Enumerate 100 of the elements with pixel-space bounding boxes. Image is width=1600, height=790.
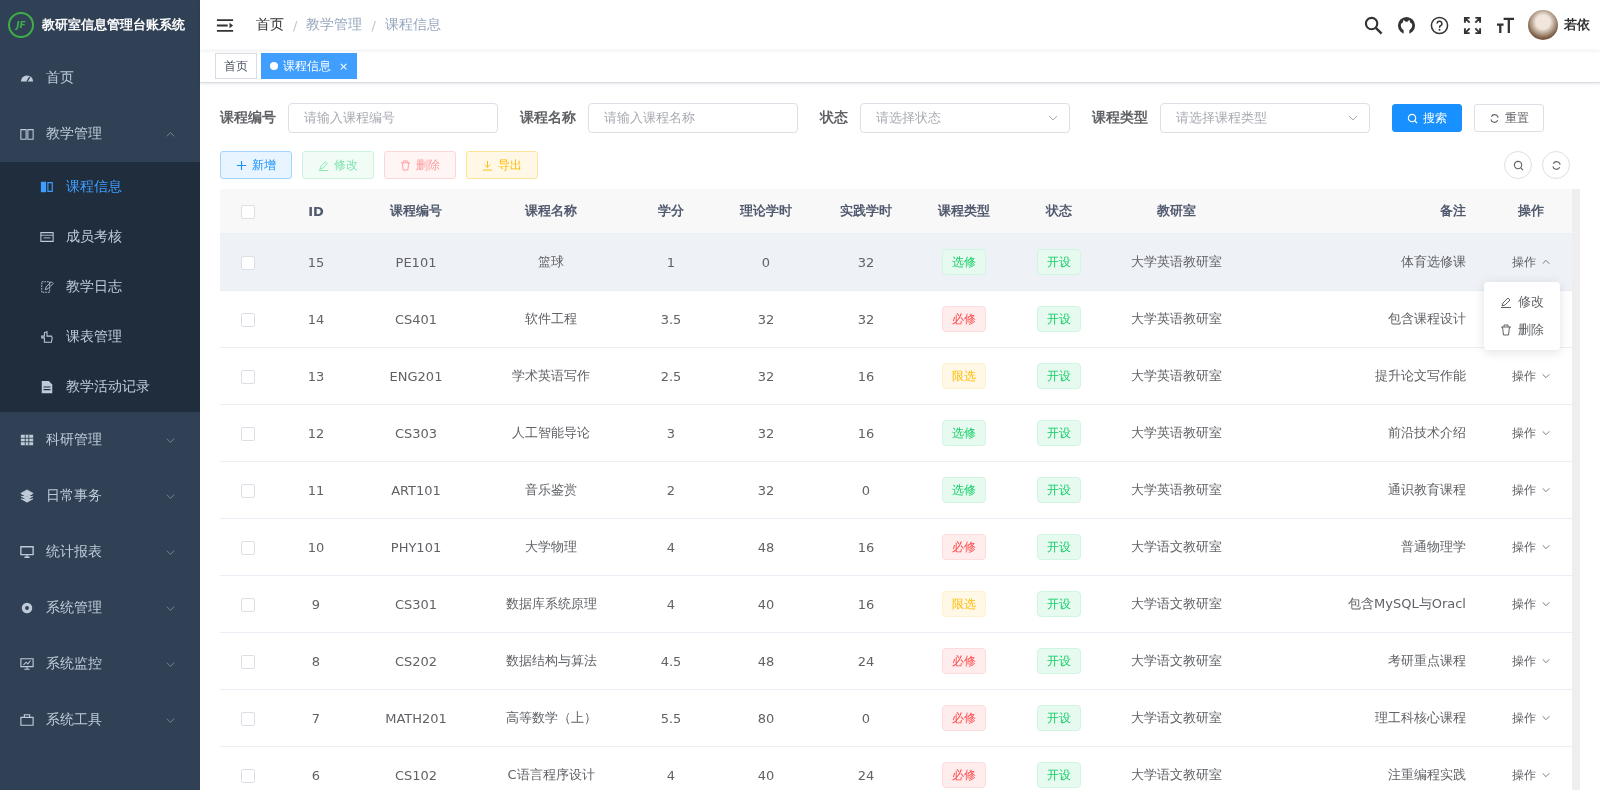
search-icon: [1407, 112, 1418, 124]
row-checkbox[interactable]: [241, 369, 255, 384]
table-cell: ENG201: [389, 368, 443, 384]
operation-dropdown[interactable]: 操作: [1511, 424, 1551, 442]
course-type-tag: 必修: [941, 705, 986, 731]
menu-item[interactable]: 教学管理: [0, 106, 200, 162]
table-cell: 48: [757, 539, 775, 555]
menu-item[interactable]: 日常事务: [0, 468, 200, 524]
operation-dropdown[interactable]: 操作: [1511, 538, 1551, 556]
table-cell: 数据结构与算法: [505, 653, 597, 668]
row-checkbox[interactable]: [241, 711, 255, 726]
table-cell: 4: [666, 539, 676, 555]
status-tag: 开设: [1036, 420, 1081, 446]
page-tab[interactable]: 首页: [215, 53, 257, 79]
menu-item[interactable]: 统计报表: [0, 524, 200, 580]
table-cell: 40: [757, 596, 775, 612]
table-cell: 48: [757, 653, 775, 669]
table-cell: 通识教育课程: [1388, 482, 1466, 497]
table-cell: 14: [307, 311, 325, 327]
status-tag: 开设: [1036, 705, 1081, 731]
menu-item[interactable]: 科研管理: [0, 412, 200, 468]
table-cell: 体育选修课: [1401, 254, 1466, 269]
row-checkbox[interactable]: [241, 597, 255, 612]
chart-icon: [20, 657, 34, 671]
submenu-item[interactable]: 教学日志: [0, 262, 200, 312]
table-row[interactable]: 12 CS303 人工智能导论 3 32 16 选修 开设 大学英语教研室 前沿技术介绍 操作: [220, 404, 1572, 462]
menu-icon[interactable]: [216, 17, 234, 33]
table-cell: 高等数学（上）: [505, 710, 597, 725]
submenu-item[interactable]: 课表管理: [0, 312, 200, 362]
menu-option[interactable]: 修改: [1484, 288, 1560, 316]
submenu-item[interactable]: 教学活动记录: [0, 362, 200, 412]
refresh-icon: [1550, 159, 1562, 171]
submenu-item[interactable]: 课程信息: [0, 162, 200, 212]
filter-label: 课程编号: [220, 109, 276, 127]
row-checkbox[interactable]: [241, 312, 255, 327]
status-tag: 开设: [1036, 477, 1081, 503]
table-cell: 2.5: [660, 368, 682, 384]
breadcrumb-item: 教学管理: [306, 16, 363, 34]
table-cell: 注重编程实践: [1388, 767, 1466, 782]
monitor-icon: [20, 545, 34, 559]
table-cell: 32: [857, 254, 875, 270]
table-cell: 大学语文教研室: [1130, 767, 1222, 782]
plus-icon: [236, 159, 247, 171]
operation-dropdown[interactable]: 操作: [1511, 652, 1551, 670]
table-row[interactable]: 9 CS301 数据库系统原理 4 40 16 限选 开设 大学语文教研室 包含MySQL与Oracl 操作: [220, 575, 1572, 633]
trash-icon: [400, 159, 411, 171]
grid-icon: [20, 433, 34, 447]
chevron-icon: [1540, 599, 1551, 609]
select-all-checkbox[interactable]: [241, 204, 255, 219]
operation-dropdown[interactable]: 操作: [1511, 481, 1551, 499]
font-size-icon[interactable]: [1496, 15, 1515, 35]
course-type-tag: 限选: [941, 591, 986, 617]
table-cell: 1: [666, 254, 676, 270]
help-icon[interactable]: [1430, 15, 1449, 35]
row-checkbox[interactable]: [241, 768, 255, 783]
avatar[interactable]: [1528, 10, 1558, 40]
breadcrumb-item[interactable]: 首页: [256, 16, 284, 34]
search-icon[interactable]: [1364, 15, 1383, 35]
table-row[interactable]: 7 MATH201 高等数学（上） 5.5 80 0 必修 开设 大学语文教研室 理工科核心课程 操作: [220, 689, 1572, 747]
table-row[interactable]: 8 CS202 数据结构与算法 4.5 48 24 必修 开设 大学语文教研室 考研重点课程 操作: [220, 632, 1572, 690]
chevron-icon: [1540, 485, 1551, 495]
operation-dropdown[interactable]: 操作: [1511, 253, 1551, 271]
pencil-icon: [318, 159, 329, 171]
cat-icon[interactable]: [1397, 15, 1416, 35]
table-row[interactable]: 11 ART101 音乐鉴赏 2 32 0 选修 开设 大学英语教研室 通识教育课程 操作: [220, 461, 1572, 519]
table-cell: 12: [307, 425, 325, 441]
document-icon: [40, 380, 54, 394]
menu-item[interactable]: 系统管理: [0, 580, 200, 636]
row-checkbox[interactable]: [241, 426, 255, 441]
table-cell: 11: [307, 482, 325, 498]
book-icon: [20, 127, 34, 141]
operation-dropdown[interactable]: 操作: [1511, 766, 1551, 784]
filter-label: 状态: [820, 109, 848, 127]
menu-item[interactable]: 系统工具: [0, 692, 200, 748]
table-cell: 32: [757, 311, 775, 327]
table-cell: 5.5: [660, 710, 682, 726]
table-row[interactable]: 6 CS102 C语言程序设计 4 40 24 必修 开设 大学语文教研室 注重编程实践 操作: [220, 746, 1572, 790]
operation-dropdown[interactable]: 操作: [1511, 709, 1551, 727]
hand-icon: [40, 330, 54, 344]
table-row[interactable]: 10 PHY101 大学物理 4 48 16 必修 开设 大学语文教研室 普通物理学 操作: [220, 518, 1572, 576]
menu-item[interactable]: 系统监控: [0, 636, 200, 692]
row-checkbox[interactable]: [241, 255, 255, 270]
table-cell: 40: [757, 767, 775, 783]
operation-dropdown[interactable]: 操作: [1511, 367, 1551, 385]
user-name[interactable]: 若依: [1564, 16, 1590, 34]
table-cell: 8: [311, 653, 321, 669]
trash-icon: [1500, 324, 1512, 336]
row-checkbox[interactable]: [241, 654, 255, 669]
operation-dropdown[interactable]: 操作: [1511, 595, 1551, 613]
menu-item[interactable]: 首页: [0, 50, 200, 106]
reset-button[interactable]: 重置: [1474, 104, 1544, 132]
table-cell: CS303: [394, 425, 438, 441]
fullscreen-icon[interactable]: [1463, 15, 1482, 35]
row-checkbox[interactable]: [241, 540, 255, 555]
menu-option[interactable]: 删除: [1484, 316, 1560, 344]
table-cell: 篮球: [538, 254, 564, 269]
table-cell: PHY101: [390, 539, 442, 555]
table-row[interactable]: 13 ENG201 学术英语写作 2.5 32 16 限选 开设 大学英语教研室 提升论文写作能 操作: [220, 347, 1572, 405]
row-checkbox[interactable]: [241, 483, 255, 498]
submenu-item[interactable]: 成员考核: [0, 212, 200, 262]
